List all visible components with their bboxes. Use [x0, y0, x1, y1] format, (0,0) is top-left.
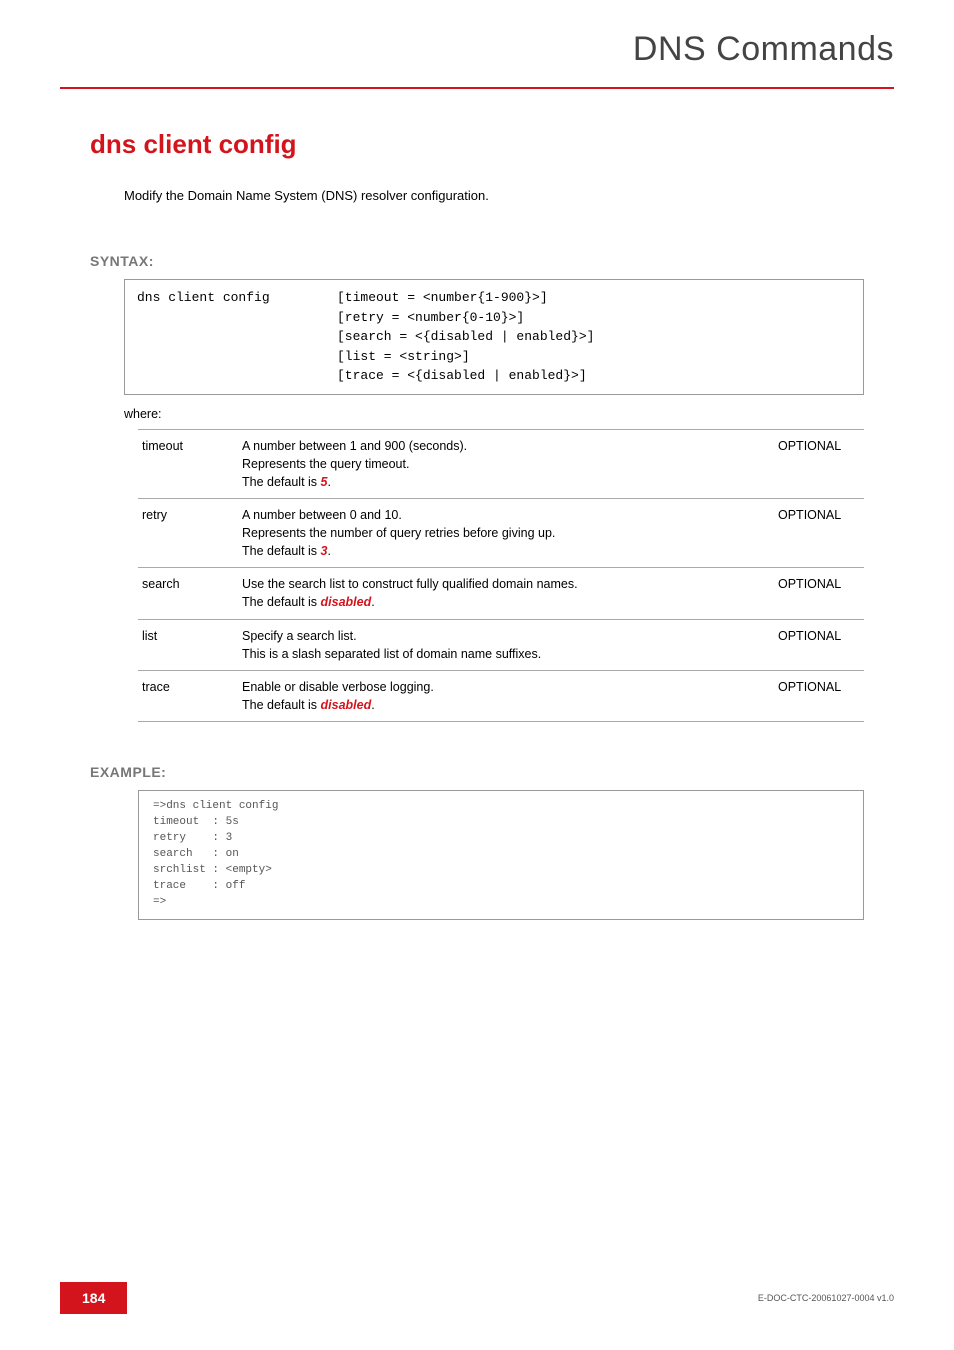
- example-line: srchlist : <empty>: [153, 864, 272, 876]
- param-desc-line: .: [327, 475, 330, 489]
- table-row: retry A number between 0 and 10. Represe…: [138, 498, 864, 567]
- example-line: timeout : 5s: [153, 816, 239, 828]
- example-line: =>dns client config: [153, 800, 278, 812]
- param-desc-line: The default is: [242, 595, 321, 609]
- param-optional: OPTIONAL: [774, 498, 864, 567]
- syntax-arg-line: [trace = <{disabled | enabled}>]: [337, 368, 587, 383]
- syntax-box: dns client config [timeout = <number{1-9…: [124, 279, 864, 395]
- param-optional: OPTIONAL: [774, 670, 864, 721]
- param-desc-line: .: [327, 544, 330, 558]
- table-row: trace Enable or disable verbose logging.…: [138, 670, 864, 721]
- syntax-arg-line: [list = <string>]: [337, 349, 470, 364]
- syntax-arg-line: [search = <{disabled | enabled}>]: [337, 329, 594, 344]
- example-box: =>dns client config timeout : 5s retry :…: [138, 790, 864, 920]
- example-label: EXAMPLE:: [90, 764, 864, 780]
- default-value: disabled: [321, 595, 372, 609]
- param-desc: Enable or disable verbose logging. The d…: [238, 670, 774, 721]
- syntax-args: [timeout = <number{1-900}>] [retry = <nu…: [337, 288, 851, 386]
- param-name: retry: [138, 498, 238, 567]
- param-desc-line: The default is: [242, 544, 321, 558]
- param-desc-line: This is a slash separated list of domain…: [242, 647, 541, 661]
- command-title: dns client config: [90, 129, 864, 160]
- param-desc-line: A number between 1 and 900 (seconds).: [242, 439, 467, 453]
- param-desc-line: Specify a search list.: [242, 629, 357, 643]
- syntax-label: SYNTAX:: [90, 253, 864, 269]
- page-content: dns client config Modify the Domain Name…: [0, 89, 954, 920]
- param-name: trace: [138, 670, 238, 721]
- example-line: retry : 3: [153, 832, 232, 844]
- page-footer: 184 E-DOC-CTC-20061027-0004 v1.0: [0, 1282, 954, 1314]
- param-desc-line: The default is: [242, 475, 321, 489]
- page-header: DNS Commands: [0, 0, 954, 79]
- param-desc-line: .: [371, 698, 374, 712]
- example-line: =>: [153, 896, 166, 908]
- parameter-table: timeout A number between 1 and 900 (seco…: [138, 429, 864, 723]
- param-name: search: [138, 568, 238, 619]
- param-optional: OPTIONAL: [774, 619, 864, 670]
- page-number: 184: [60, 1282, 127, 1314]
- param-desc-line: Use the search list to construct fully q…: [242, 577, 578, 591]
- syntax-arg-line: [timeout = <number{1-900}>]: [337, 290, 548, 305]
- table-row: search Use the search list to construct …: [138, 568, 864, 619]
- param-name: list: [138, 619, 238, 670]
- param-desc-line: Represents the number of query retries b…: [242, 526, 555, 540]
- table-row: timeout A number between 1 and 900 (seco…: [138, 429, 864, 498]
- where-label: where:: [124, 407, 864, 421]
- example-line: trace : off: [153, 880, 245, 892]
- param-desc-line: The default is: [242, 698, 321, 712]
- param-desc: Specify a search list. This is a slash s…: [238, 619, 774, 670]
- param-desc-line: Represents the query timeout.: [242, 457, 409, 471]
- param-desc: A number between 1 and 900 (seconds). Re…: [238, 429, 774, 498]
- param-optional: OPTIONAL: [774, 568, 864, 619]
- default-value: disabled: [321, 698, 372, 712]
- example-line: search : on: [153, 848, 239, 860]
- header-title: DNS Commands: [60, 30, 894, 69]
- param-desc-line: .: [371, 595, 374, 609]
- command-description: Modify the Domain Name System (DNS) reso…: [124, 188, 864, 203]
- param-desc: Use the search list to construct fully q…: [238, 568, 774, 619]
- syntax-command: dns client config: [137, 288, 337, 386]
- document-id: E-DOC-CTC-20061027-0004 v1.0: [758, 1293, 894, 1303]
- syntax-arg-line: [retry = <number{0-10}>]: [337, 310, 524, 325]
- table-row: list Specify a search list. This is a sl…: [138, 619, 864, 670]
- param-desc: A number between 0 and 10. Represents th…: [238, 498, 774, 567]
- param-desc-line: A number between 0 and 10.: [242, 508, 402, 522]
- param-desc-line: Enable or disable verbose logging.: [242, 680, 434, 694]
- param-name: timeout: [138, 429, 238, 498]
- param-optional: OPTIONAL: [774, 429, 864, 498]
